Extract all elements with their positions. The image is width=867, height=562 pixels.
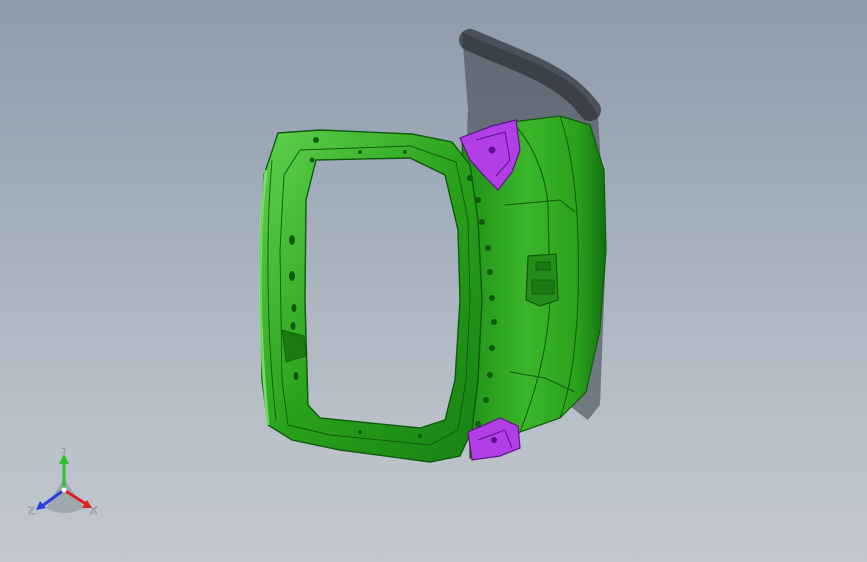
y-axis-label: Y (60, 448, 68, 456)
orientation-triad[interactable]: Y X Z (22, 448, 112, 528)
3d-viewport[interactable]: Y X Z (0, 0, 867, 562)
z-axis-label: Z (28, 505, 35, 517)
cad-model[interactable] (0, 0, 867, 562)
x-axis-label: X (90, 505, 98, 517)
door-frame[interactable] (258, 129, 497, 463)
triad-origin (61, 487, 67, 493)
